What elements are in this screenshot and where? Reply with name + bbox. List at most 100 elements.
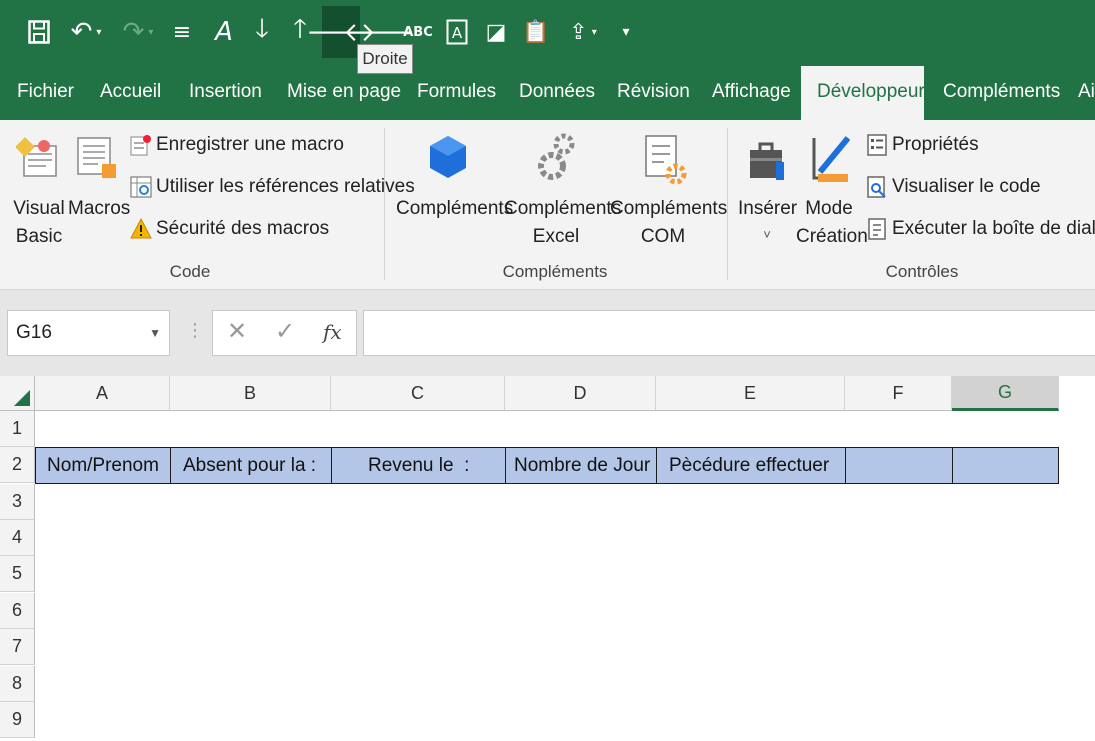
share-icon[interactable]: ⇪ ▾ — [558, 6, 608, 58]
row-header-4[interactable]: 4 — [0, 520, 35, 556]
relative-refs-label: Utiliser les références relatives — [156, 176, 415, 197]
run-dialog-icon — [866, 218, 888, 240]
row-header-6[interactable]: 6 — [0, 593, 35, 629]
cancel-icon[interactable]: ✕ — [227, 317, 247, 346]
com-addins-button[interactable]: Compléments COM — [610, 130, 728, 254]
insert-control-button[interactable]: Insérer ˅ — [738, 130, 798, 254]
toolbox-icon — [750, 142, 784, 180]
drag-handle-icon[interactable]: ⋮ — [186, 320, 204, 341]
macros-icon — [77, 137, 116, 178]
row-header-2[interactable]: 2 — [0, 447, 35, 483]
row-header-5[interactable]: 5 — [0, 556, 35, 592]
column-header-d[interactable]: D — [505, 376, 656, 411]
com-addins-label-1: Compléments — [610, 198, 728, 219]
paste-icon[interactable]: 📋 — [522, 6, 550, 58]
properties-button[interactable]: Propriétés — [866, 134, 979, 156]
tab-fichier[interactable]: Fichier — [17, 64, 74, 120]
tab-developpeur[interactable]: Développeur — [801, 66, 925, 120]
tab-donnees[interactable]: Données — [519, 64, 595, 120]
group-label-complements: Compléments — [502, 262, 608, 281]
design-mode-label-1: Mode — [805, 198, 853, 219]
view-code-button[interactable]: Visualiser le code — [866, 176, 1041, 198]
ribbon-separator — [727, 128, 728, 280]
macro-security-button[interactable]: Sécurité des macros — [130, 217, 330, 240]
relative-refs-icon — [130, 176, 152, 198]
save-icon[interactable] — [24, 6, 54, 58]
row-header-7[interactable]: 7 — [0, 629, 35, 665]
row-header-3[interactable]: 3 — [0, 484, 35, 520]
column-header-e[interactable]: E — [656, 376, 845, 411]
tab-aide[interactable]: Ai — [1078, 64, 1095, 120]
row-header-1[interactable]: 1 — [0, 411, 35, 447]
macros-label: Macros — [68, 198, 131, 219]
visual-basic-label-1: Visual — [13, 198, 65, 219]
list-icon[interactable]: ≡ — [168, 6, 196, 58]
record-macro-button[interactable]: Enregistrer une macro — [130, 134, 344, 156]
select-all-button[interactable] — [0, 376, 35, 411]
view-code-label: Visualiser le code — [892, 176, 1041, 197]
excel-addins-button[interactable]: Compléments Excel — [504, 130, 622, 254]
cell-a2[interactable]: Nom/Prenom — [35, 447, 171, 484]
svg-text:A: A — [452, 24, 463, 42]
tab-accueil[interactable]: Accueil — [100, 64, 161, 120]
confirm-icon[interactable]: ✓ — [275, 317, 295, 346]
design-mode-icon — [812, 136, 851, 182]
tab-complements[interactable]: Compléments — [943, 64, 1060, 120]
com-addins-icon — [645, 135, 687, 185]
column-header-g[interactable]: G — [952, 376, 1059, 411]
gear-icon — [538, 133, 575, 180]
record-macro-label: Enregistrer une macro — [156, 134, 344, 155]
cell-b2[interactable]: Absent pour la : — [170, 447, 332, 484]
tab-affichage[interactable]: Affichage — [712, 64, 791, 120]
row-header-8[interactable]: 8 — [0, 666, 35, 702]
formula-bar: G16 ▼ ⋮ ✕ ✓ fx — [0, 290, 1095, 376]
spreadsheet-grid: A B C D E F G 1 2 3 4 5 6 7 8 9 Nom/Pren… — [0, 376, 1095, 741]
column-header-b[interactable]: B — [170, 376, 331, 411]
ribbon-separator — [384, 128, 385, 280]
excel-addins-label-1: Compléments — [504, 198, 622, 219]
text-style-icon[interactable]: A — [208, 6, 240, 58]
column-header-f[interactable]: F — [845, 376, 952, 411]
design-mode-button[interactable]: Mode Création — [796, 130, 868, 254]
visual-basic-button[interactable]: Visual Basic — [12, 130, 66, 254]
run-dialog-button[interactable]: Exécuter la boîte de dialogue — [866, 218, 1095, 240]
ribbon: Visual Basic Macros Enregistrer une macr… — [0, 120, 1095, 290]
properties-icon — [866, 134, 888, 156]
tab-insertion[interactable]: Insertion — [189, 64, 262, 120]
warning-icon — [130, 217, 152, 240]
addins-label: Compléments — [396, 198, 514, 219]
com-addins-label-2: COM — [640, 226, 686, 247]
row-header-9[interactable]: 9 — [0, 702, 35, 738]
insert-control-label: Insérer — [738, 198, 798, 219]
cell-f2[interactable] — [845, 447, 953, 484]
column-header-a[interactable]: A — [35, 376, 170, 411]
cell-e2[interactable]: Pècédure effectuer — [656, 447, 846, 484]
name-box[interactable]: G16 ▼ — [7, 310, 170, 356]
text-box-icon[interactable]: A — [444, 6, 470, 58]
excel-addins-label-2: Excel — [532, 226, 580, 247]
relative-refs-button[interactable]: Utiliser les références relatives — [130, 176, 415, 198]
formula-input[interactable] — [363, 310, 1095, 356]
ribbon-tabs: Fichier Accueil Insertion Mise en page F… — [0, 64, 1095, 120]
macro-security-label: Sécurité des macros — [156, 218, 330, 239]
cell-c2[interactable]: Revenu le : — [331, 447, 506, 484]
macros-button[interactable]: Macros — [68, 130, 131, 254]
function-icon[interactable]: fx — [323, 320, 342, 344]
chevron-down-icon[interactable]: ▼ — [149, 311, 161, 355]
tab-revision[interactable]: Révision — [617, 64, 690, 120]
quick-access-toolbar: ↶ ▾ ↷ ▾ ≡ A 🡓 🡑 🡒 🡐 ABC A ◪ 📋 ⇪ ▾ ▾ — [0, 0, 1095, 64]
column-header-c[interactable]: C — [331, 376, 505, 411]
cell-d2[interactable]: Nombre de Jour — [505, 447, 657, 484]
visual-basic-icon — [16, 137, 57, 177]
customize-icon[interactable]: ▾ — [616, 6, 636, 58]
redo-icon[interactable]: ↷ ▾ — [116, 6, 160, 58]
addins-button[interactable]: Compléments — [396, 130, 514, 254]
tab-formules[interactable]: Formules — [417, 64, 496, 120]
formula-buttons: ✕ ✓ fx — [212, 310, 357, 356]
undo-icon[interactable]: ↶ ▾ — [64, 6, 108, 58]
properties-label: Propriétés — [892, 134, 979, 155]
shape-icon[interactable]: ◪ — [482, 6, 510, 58]
cell-g2[interactable] — [952, 447, 1059, 484]
arrow-down-icon[interactable]: 🡓 — [248, 6, 276, 58]
chevron-down-icon: ˅ — [763, 227, 771, 242]
